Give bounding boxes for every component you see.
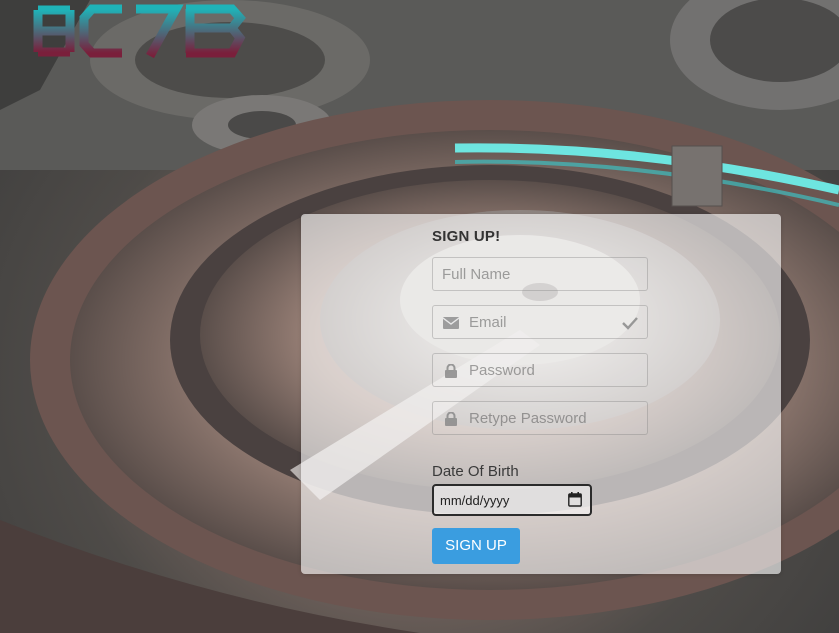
sign-up-button[interactable]: SIGN UP [432,528,520,564]
retype-password-input[interactable]: Retype Password [432,401,648,435]
password-input[interactable]: Password [432,353,648,387]
date-of-birth-value: mm/dd/yyyy [440,493,510,508]
check-icon [622,317,638,330]
calendar-icon[interactable] [568,492,582,507]
signup-title: SIGN UP! [432,228,501,245]
full-name-placeholder: Full Name [442,266,511,283]
full-name-input[interactable]: Full Name [432,257,648,291]
password-placeholder: Password [469,362,535,379]
lock-icon [445,364,457,378]
envelope-icon [443,317,459,329]
retype-password-placeholder: Retype Password [469,410,587,427]
email-input[interactable]: Email [432,305,648,339]
date-of-birth-input[interactable]: mm/dd/yyyy [432,484,592,516]
date-of-birth-label: Date Of Birth [432,463,519,480]
signup-card: SIGN UP! Full Name Email Password Retype… [301,214,781,574]
lock-icon [445,412,457,426]
brand-logo[interactable] [0,0,250,62]
email-placeholder: Email [469,314,507,331]
